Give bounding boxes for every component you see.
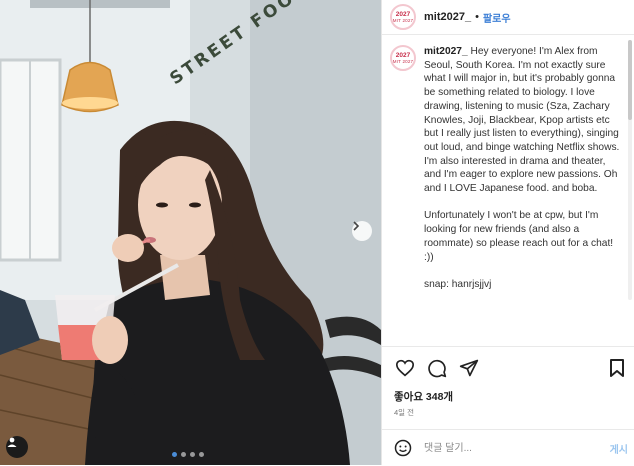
post-side-panel: 2027 MIT 2027 mit2027_ • 팔로우 2027 MIT 20… xyxy=(381,0,634,465)
caption-avatar[interactable]: 2027 MIT 2027 xyxy=(390,45,416,71)
avatar-line2: MIT 2027 xyxy=(392,18,414,23)
carousel-dot-active xyxy=(172,452,177,457)
share-button[interactable] xyxy=(458,357,480,379)
tagged-users-button[interactable] xyxy=(6,436,28,458)
bookmark-icon xyxy=(610,359,624,377)
caption-username[interactable]: mit2027_ xyxy=(424,46,468,57)
carousel-dot xyxy=(181,452,186,457)
header-username[interactable]: mit2027_ xyxy=(424,11,471,23)
share-icon xyxy=(459,359,479,377)
caption-paragraph-2: Unfortunately I won't be at cpw, but I'm… xyxy=(424,210,614,263)
avatar-line1: 2027 xyxy=(395,11,411,18)
user-tag-icon xyxy=(7,437,17,447)
like-button[interactable] xyxy=(394,357,416,379)
carousel-next-button[interactable] xyxy=(352,221,372,241)
caption-paragraph-1: Hey everyone! I'm Alex from Seoul, South… xyxy=(424,46,620,195)
photo-illustration: STREET FOOD xyxy=(0,0,381,465)
post-photo[interactable]: STREET FOOD xyxy=(0,0,381,465)
carousel-dot xyxy=(190,452,195,457)
scrollbar-thumb[interactable] xyxy=(628,40,632,120)
comment-form: 게시 xyxy=(382,429,634,466)
carousel-dot xyxy=(199,452,204,457)
emoji-icon[interactable] xyxy=(394,439,412,457)
heart-icon xyxy=(395,359,415,377)
avatar-line2: MIT 2027 xyxy=(392,59,414,64)
comment-icon xyxy=(428,359,447,378)
chevron-right-icon xyxy=(353,221,360,231)
post-header: 2027 MIT 2027 mit2027_ • 팔로우 xyxy=(382,0,634,35)
caption-paragraph-3: snap: hanrjsjjvj xyxy=(424,278,492,290)
header-avatar[interactable]: 2027 MIT 2027 xyxy=(390,4,416,30)
likes-count[interactable]: 좋아요 348개 xyxy=(382,379,634,404)
avatar-line1: 2027 xyxy=(395,52,411,59)
caption-area: 2027 MIT 2027 mit2027_ Hey everyone! I'm… xyxy=(382,35,634,346)
post-actions-section: 좋아요 348개 4일 전 게시 xyxy=(382,346,634,466)
save-button[interactable] xyxy=(606,357,628,379)
carousel-indicator xyxy=(172,452,204,457)
caption-text: mit2027_ Hey everyone! I'm Alex from Seo… xyxy=(424,45,624,346)
header-separator: • xyxy=(475,11,479,23)
caption-scrollbar[interactable] xyxy=(628,40,632,300)
action-bar xyxy=(382,347,634,379)
comment-button[interactable] xyxy=(426,357,448,379)
post-time: 4일 전 xyxy=(394,408,415,417)
comment-input[interactable] xyxy=(422,441,576,455)
instagram-post: STREET FOOD 2027 MIT 2027 mit2027_ • 팔로우… xyxy=(0,0,634,465)
follow-button[interactable]: 팔로우 xyxy=(483,10,511,25)
post-comment-button[interactable]: 게시 xyxy=(610,441,628,456)
